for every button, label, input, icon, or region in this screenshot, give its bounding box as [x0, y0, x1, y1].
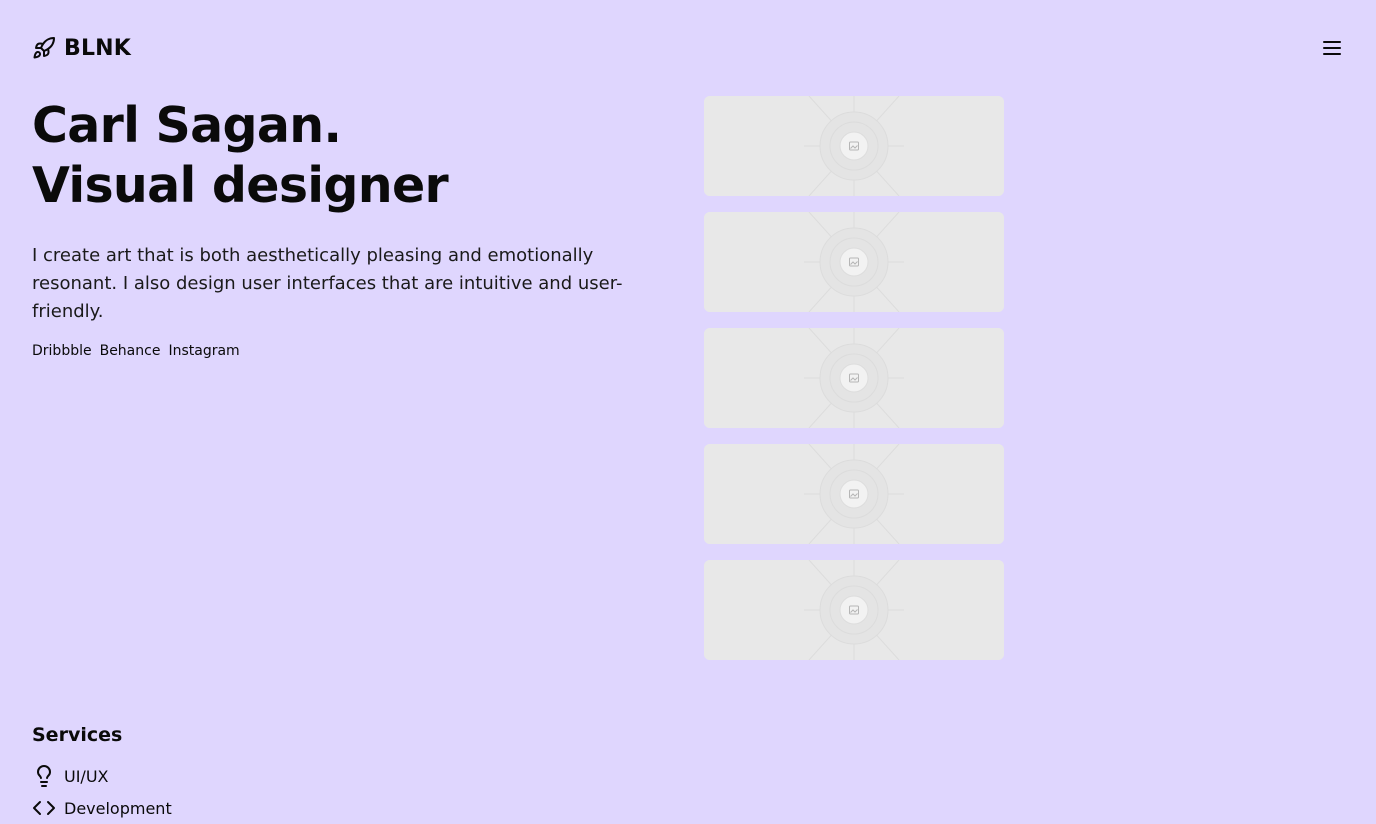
brand-logo-link[interactable]: BLNK	[32, 36, 131, 61]
image-placeholder-icon	[704, 444, 1004, 544]
social-links: Dribbble Behance Instagram	[32, 343, 672, 359]
services-section: Services UI/UX Development	[32, 724, 432, 824]
social-link-instagram[interactable]: Instagram	[168, 343, 239, 359]
services-title: Services	[32, 724, 123, 746]
service-label: Development	[64, 798, 172, 818]
service-item-uiux: UI/UX	[32, 760, 432, 792]
brand-name: BLNK	[64, 35, 132, 61]
hero-title: Carl Sagan. Visual designer	[32, 96, 672, 216]
rocket-icon	[32, 36, 56, 60]
gallery	[704, 96, 1004, 660]
top-navigation: BLNK	[32, 32, 1344, 64]
gallery-image-5[interactable]	[704, 560, 1004, 660]
social-link-dribbble[interactable]: Dribbble	[32, 343, 92, 359]
hero-title-role: Visual designer	[32, 157, 449, 214]
hero-title-name: Carl Sagan.	[32, 97, 342, 154]
service-label: UI/UX	[64, 766, 109, 786]
gallery-image-3[interactable]	[704, 328, 1004, 428]
image-placeholder-icon	[704, 212, 1004, 312]
hamburger-menu-icon[interactable]	[1320, 36, 1344, 60]
social-link-behance[interactable]: Behance	[100, 343, 161, 359]
gallery-image-1[interactable]	[704, 96, 1004, 196]
code-icon	[32, 796, 56, 820]
service-item-development: Development	[32, 792, 432, 824]
image-placeholder-icon	[704, 328, 1004, 428]
image-placeholder-icon	[704, 560, 1004, 660]
hero-section: Carl Sagan. Visual designer I create art…	[32, 96, 672, 359]
gallery-image-2[interactable]	[704, 212, 1004, 312]
gallery-image-4[interactable]	[704, 444, 1004, 544]
hero-description: I create art that is both aesthetically …	[32, 245, 623, 322]
lightbulb-icon	[32, 764, 56, 788]
image-placeholder-icon	[704, 96, 1004, 196]
